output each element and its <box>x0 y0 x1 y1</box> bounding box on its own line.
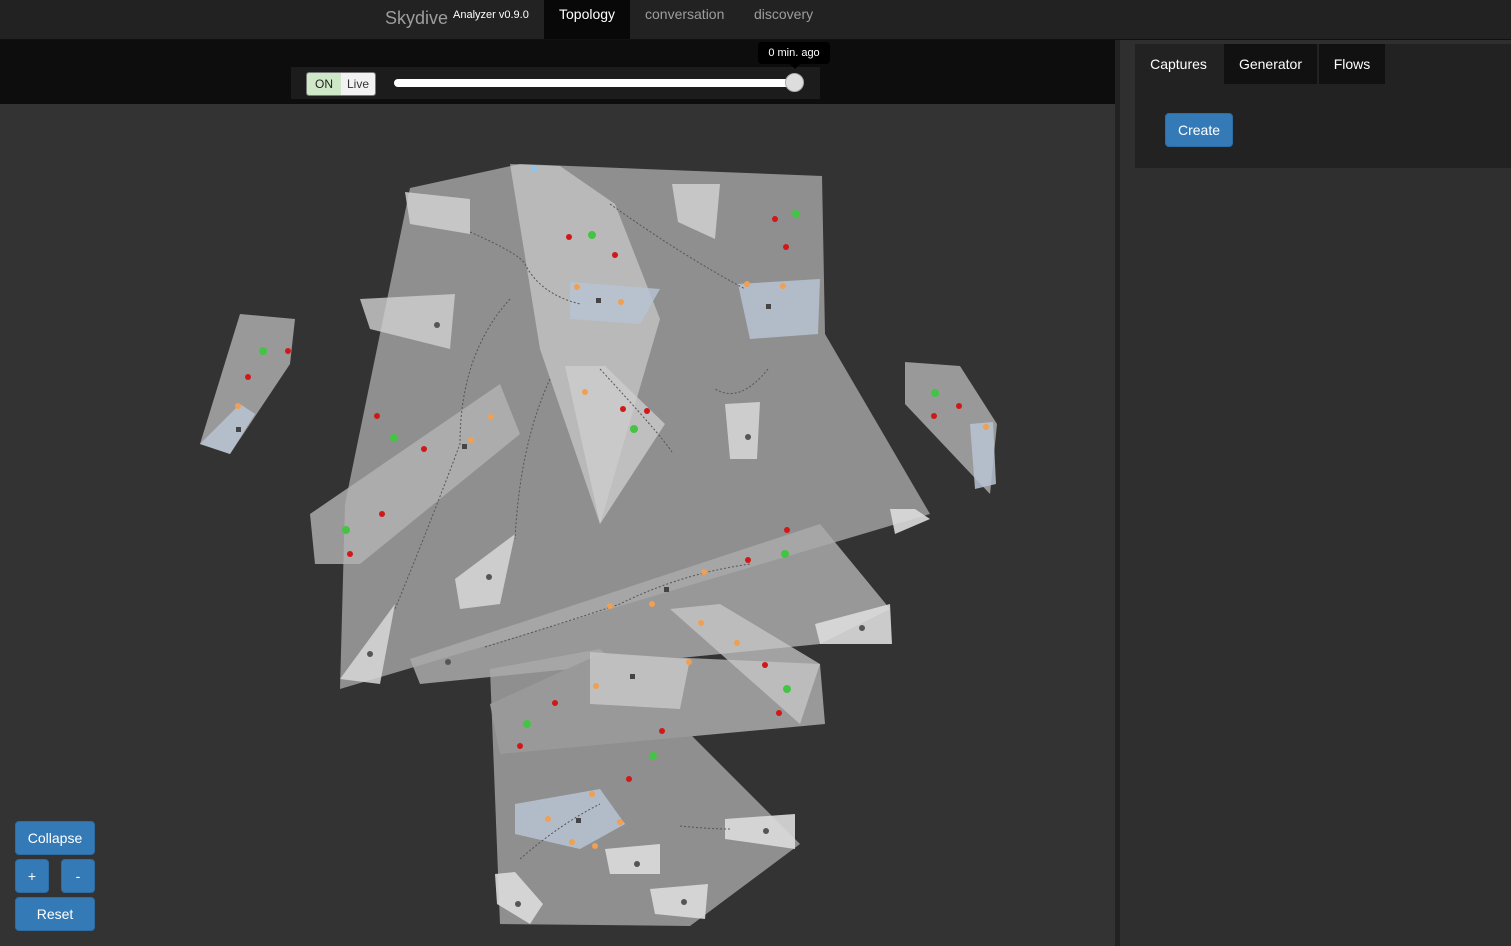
node[interactable] <box>576 818 581 823</box>
live-toggle[interactable]: ON Live <box>306 72 376 96</box>
node[interactable] <box>626 776 632 782</box>
top-navbar: Skydive Analyzer v0.9.0 Topology conversa… <box>0 0 1511 40</box>
node[interactable] <box>763 828 769 834</box>
node[interactable] <box>531 166 537 172</box>
collapse-button[interactable]: Collapse <box>15 821 95 855</box>
live-toggle-label[interactable]: Live <box>341 73 375 95</box>
node[interactable] <box>552 700 558 706</box>
node[interactable] <box>486 574 492 580</box>
node[interactable] <box>620 406 626 412</box>
live-toggle-on[interactable]: ON <box>307 73 341 95</box>
node[interactable] <box>588 231 596 239</box>
node[interactable] <box>630 425 638 433</box>
node[interactable] <box>488 414 494 420</box>
node[interactable] <box>617 819 623 825</box>
node[interactable] <box>245 374 251 380</box>
topology-graph[interactable] <box>0 104 1115 946</box>
node[interactable] <box>593 683 599 689</box>
node[interactable] <box>783 685 791 693</box>
node[interactable] <box>792 210 800 218</box>
zoom-out-button[interactable]: - <box>61 859 95 893</box>
node[interactable] <box>374 413 380 419</box>
node[interactable] <box>649 601 655 607</box>
node[interactable] <box>582 389 588 395</box>
node[interactable] <box>783 244 789 250</box>
node[interactable] <box>574 284 580 290</box>
zoom-in-button[interactable]: + <box>15 859 49 893</box>
brand[interactable]: Skydive Analyzer v0.9.0 <box>385 8 529 29</box>
node[interactable] <box>523 720 531 728</box>
group-hulls <box>200 164 997 926</box>
reset-button[interactable]: Reset <box>15 897 95 931</box>
node[interactable] <box>649 752 657 760</box>
node[interactable] <box>589 791 595 797</box>
node[interactable] <box>259 347 267 355</box>
node[interactable] <box>592 843 598 849</box>
node[interactable] <box>566 234 572 240</box>
node[interactable] <box>342 526 350 534</box>
node[interactable] <box>734 640 740 646</box>
node[interactable] <box>236 427 241 432</box>
node[interactable] <box>379 511 385 517</box>
node[interactable] <box>644 408 650 414</box>
tab-generator[interactable]: Generator <box>1224 44 1317 84</box>
node[interactable] <box>983 424 989 430</box>
node[interactable] <box>772 216 778 222</box>
node[interactable] <box>285 348 291 354</box>
node[interactable] <box>515 901 521 907</box>
timeline-tooltip: 0 min. ago <box>758 42 830 69</box>
node[interactable] <box>390 434 398 442</box>
brand-name: Skydive <box>385 8 449 28</box>
tab-conversation[interactable]: conversation <box>630 0 739 39</box>
node[interactable] <box>235 403 241 409</box>
timeline-slider-handle[interactable] <box>785 73 804 92</box>
node[interactable] <box>421 446 427 452</box>
node[interactable] <box>931 413 937 419</box>
timeline-slider-track[interactable] <box>394 79 796 87</box>
right-panel: Create Captures Generator Flows <box>1120 40 1511 946</box>
node[interactable] <box>517 743 523 749</box>
node[interactable] <box>347 551 353 557</box>
node[interactable] <box>618 299 624 305</box>
node[interactable] <box>931 389 939 397</box>
tab-discovery[interactable]: discovery <box>739 0 828 39</box>
node[interactable] <box>434 322 440 328</box>
node[interactable] <box>468 437 474 443</box>
node[interactable] <box>462 444 467 449</box>
node[interactable] <box>776 710 782 716</box>
node[interactable] <box>859 625 865 631</box>
topology-panel[interactable]: ON Live 0 min. ago Collapse + - Reset <box>0 40 1115 946</box>
create-capture-button[interactable]: Create <box>1165 113 1233 147</box>
node[interactable] <box>659 728 665 734</box>
node[interactable] <box>612 252 618 258</box>
node[interactable] <box>686 659 692 665</box>
node[interactable] <box>956 403 962 409</box>
node[interactable] <box>784 527 790 533</box>
node[interactable] <box>634 861 640 867</box>
node[interactable] <box>698 620 704 626</box>
node[interactable] <box>745 434 751 440</box>
brand-version: Analyzer v0.9.0 <box>453 9 529 21</box>
node[interactable] <box>701 569 707 575</box>
node[interactable] <box>745 557 751 563</box>
node[interactable] <box>781 550 789 558</box>
node[interactable] <box>681 899 687 905</box>
node[interactable] <box>569 839 575 845</box>
node[interactable] <box>367 651 373 657</box>
node[interactable] <box>762 662 768 668</box>
node[interactable] <box>607 603 613 609</box>
tab-captures[interactable]: Captures <box>1135 44 1222 84</box>
node[interactable] <box>780 283 786 289</box>
tab-flows[interactable]: Flows <box>1319 44 1385 84</box>
timeline-bar: ON Live 0 min. ago <box>0 40 1115 104</box>
node[interactable] <box>545 816 551 822</box>
tab-topology[interactable]: Topology <box>544 0 630 39</box>
node[interactable] <box>445 659 451 665</box>
node[interactable] <box>744 281 750 287</box>
node[interactable] <box>596 298 601 303</box>
node[interactable] <box>664 587 669 592</box>
node[interactable] <box>630 674 635 679</box>
node[interactable] <box>766 304 771 309</box>
